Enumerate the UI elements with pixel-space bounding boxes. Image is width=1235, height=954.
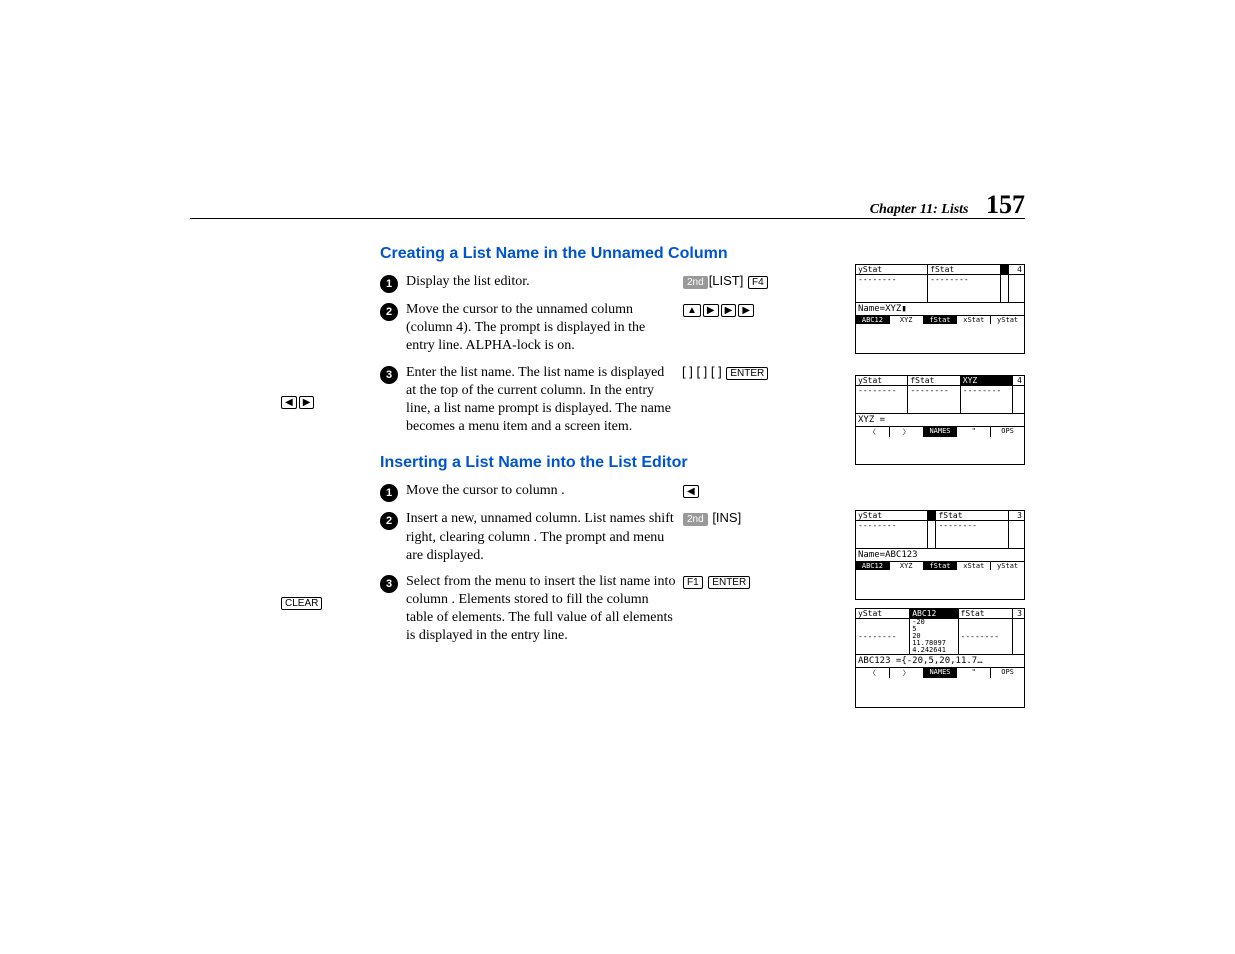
step-marker: 1 <box>380 275 398 293</box>
key-sequence: ◀ <box>682 482 812 498</box>
key-sequence: [ ] [ ] [ ] ENTER <box>682 364 812 380</box>
key-enter: ENTER <box>708 576 750 589</box>
key-right: ▶ <box>738 304 754 317</box>
key-right: ▶ <box>721 304 737 317</box>
step-text: Select from the menu to insert the list … <box>406 573 676 646</box>
key-ins: [INS] <box>712 510 741 525</box>
key-left-icon: ◀ <box>281 396 297 409</box>
key-sequence: 2nd[LIST] F4 <box>682 273 812 289</box>
name-prompt: Name=ABC123 <box>856 548 1024 561</box>
calc-screen-1: yStatfStat4 ---------------- Name=XYZ▮ A… <box>855 264 1025 354</box>
step-marker: 3 <box>380 575 398 593</box>
header-rule <box>190 218 1025 219</box>
calc-screen-3: yStatfStat3 ---------------- Name=ABC123… <box>855 510 1025 600</box>
calc-screen-2: yStatfStatXYZ4 ------------------------ … <box>855 375 1025 465</box>
key-2nd: 2nd <box>683 513 708 526</box>
step-marker: 1 <box>380 484 398 502</box>
key-f1: F1 <box>683 576 703 589</box>
step-marker: 3 <box>380 366 398 384</box>
key-left: ◀ <box>683 485 699 498</box>
step-text: Move the cursor to the unnamed column (c… <box>406 301 676 356</box>
key-sequence: F1 ENTER <box>682 573 812 589</box>
key-list: [LIST] <box>709 273 744 288</box>
key-up: ▲ <box>683 304 701 317</box>
calc-screen-4: yStatABC12fStat3 ---------20 5 20 11.780… <box>855 608 1025 708</box>
step-text: Insert a new, unnamed column. List names… <box>406 510 676 565</box>
step-marker: 2 <box>380 303 398 321</box>
step-text: Move the cursor to column . <box>406 482 676 500</box>
key-letters: [ ] [ ] [ ] <box>682 364 722 379</box>
name-prompt: Name=XYZ▮ <box>856 302 1024 315</box>
margin-clear: CLEAR <box>280 595 323 610</box>
entry-line: ABC123 ={-20,5,20,11.7… <box>856 654 1024 667</box>
key-right: ▶ <box>703 304 719 317</box>
heading-create-list: Creating a List Name in the Unnamed Colu… <box>380 245 1025 263</box>
key-2nd: 2nd <box>683 276 708 289</box>
chapter-label: Chapter 11: Lists <box>870 202 969 217</box>
key-f4: F4 <box>748 276 768 289</box>
key-clear: CLEAR <box>281 597 322 610</box>
key-enter: ENTER <box>726 367 768 380</box>
step-marker: 2 <box>380 512 398 530</box>
page-number: 157 <box>986 190 1025 219</box>
step-text: Display the list editor. <box>406 273 676 291</box>
step-text: Enter the list name. The list name is di… <box>406 364 676 437</box>
key-sequence: 2nd [INS] <box>682 510 812 526</box>
margin-keys: ◀▶ <box>280 394 315 409</box>
entry-line: XYZ = <box>856 413 1024 426</box>
key-sequence: ▲▶▶▶ <box>682 301 812 317</box>
key-right-icon: ▶ <box>299 396 315 409</box>
